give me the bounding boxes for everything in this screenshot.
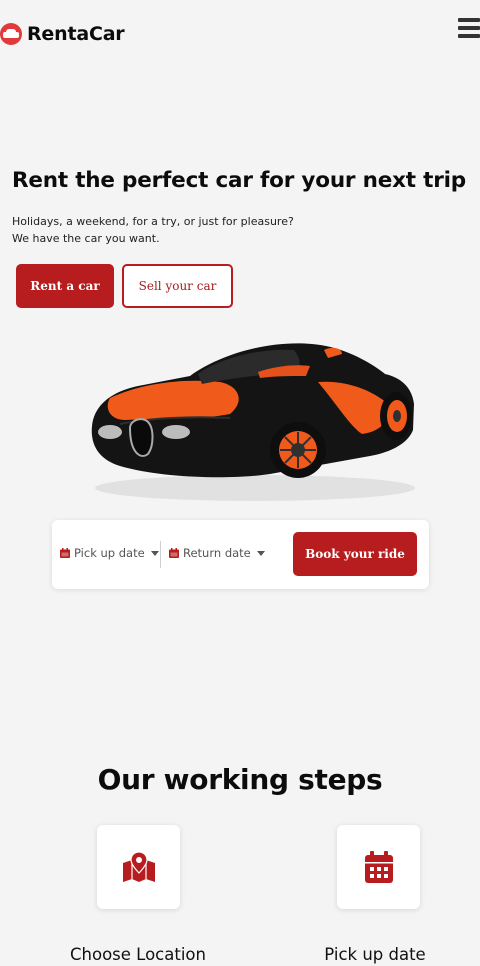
hero-subtitle: Holidays, a weekend, for a try, or just … — [12, 213, 294, 247]
pickup-date-label: Pick up date — [74, 546, 145, 560]
step-label-pick-up-date: Pick up date — [324, 945, 426, 964]
step-card-pick-up-date — [337, 825, 420, 909]
return-date-label: Return date — [183, 546, 251, 560]
car-badge-icon — [0, 23, 22, 45]
return-date-field[interactable]: Return date — [169, 546, 265, 560]
brand-logo[interactable]: RentaCar — [0, 23, 125, 45]
hero-title: Rent the perfect car for your next trip — [12, 168, 466, 193]
step-card-choose-location — [97, 825, 180, 909]
calendar-icon — [60, 548, 70, 558]
rent-a-car-button[interactable]: Rent a car — [16, 264, 114, 308]
field-divider — [160, 541, 161, 568]
calendar-icon — [364, 851, 393, 883]
steps-section-title: Our working steps — [97, 763, 383, 796]
brand-name: RentaCar — [27, 23, 125, 45]
map-pin-icon — [122, 851, 155, 882]
pickup-date-field[interactable]: Pick up date — [60, 546, 159, 560]
step-label-choose-location: Choose Location — [70, 945, 206, 964]
hero-subtitle-line1: Holidays, a weekend, for a try, or just … — [12, 215, 294, 228]
hamburger-menu-icon[interactable] — [458, 18, 480, 38]
booking-widget: Pick up date Return date Book your ride — [52, 520, 429, 589]
calendar-icon — [169, 548, 179, 558]
caret-down-icon — [150, 550, 159, 556]
sell-your-car-button[interactable]: Sell your car — [122, 264, 233, 308]
hero-car-image — [91, 343, 415, 501]
book-your-ride-button[interactable]: Book your ride — [293, 532, 417, 576]
hero-subtitle-line2: We have the car you want. — [12, 232, 160, 245]
site-header: RentaCar — [0, 0, 480, 70]
caret-down-icon — [256, 550, 265, 556]
